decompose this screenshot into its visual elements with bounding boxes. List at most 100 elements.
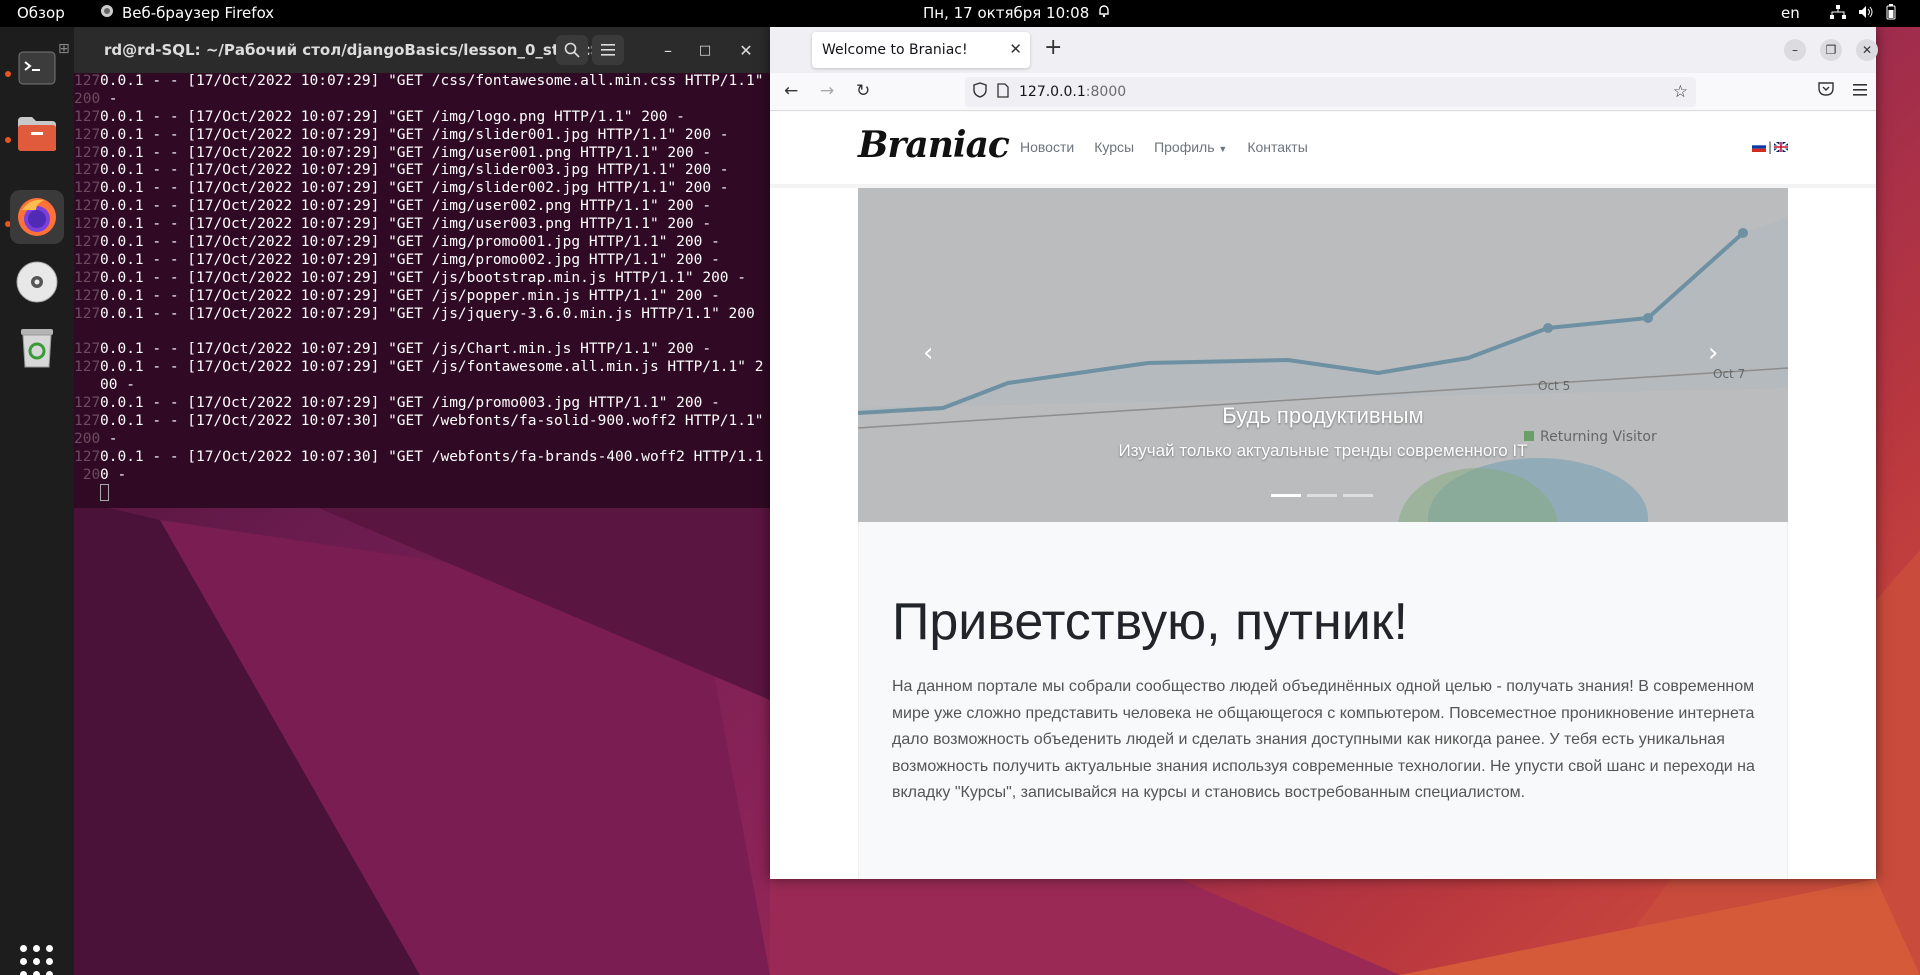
terminal-line-prefix: 127 (74, 412, 101, 429)
terminal-window[interactable]: ⊞ rd@rd-SQL: ~/Рабочий стол/djangoBasics… (58, 27, 770, 508)
terminal-icon (18, 51, 56, 85)
page-icon[interactable] (997, 82, 1009, 102)
tab-bar: Welcome to Braniac! ✕ + – ❐ ✕ (770, 27, 1878, 73)
new-tab-icon[interactable]: ⊞ (58, 41, 70, 57)
nav-link-courses[interactable]: Курсы (1094, 139, 1134, 155)
url-bar[interactable]: 127.0.0.1:8000 ☆ (965, 77, 1696, 107)
terminal-line-prefix: 127 (74, 126, 101, 143)
terminal-titlebar[interactable]: ⊞ rd@rd-SQL: ~/Рабочий стол/djangoBasics… (58, 27, 770, 73)
terminal-line-prefix: 20 (74, 466, 101, 483)
pocket-icon[interactable] (1818, 81, 1834, 101)
terminal-search-button[interactable] (556, 35, 588, 65)
hamburger-icon (601, 44, 615, 56)
shield-icon[interactable] (973, 82, 987, 102)
terminal-line: 1270.0.1 - - [17/Oct/2022 10:07:30] "GET… (74, 413, 770, 431)
dock-firefox[interactable] (10, 190, 64, 244)
jumbotron: Приветствую, путник! На данном портале м… (858, 522, 1788, 879)
dock-files[interactable] (10, 107, 64, 161)
terminal-line-text: 0 - (100, 466, 127, 483)
terminal-line-text: 0.0.1 - - [17/Oct/2022 10:07:29] "GET /i… (100, 144, 712, 161)
terminal-line-prefix: 127 (74, 269, 101, 286)
dock-trash[interactable] (10, 320, 64, 374)
firefox-window[interactable]: Welcome to Braniac! ✕ + – ❐ ✕ ← → ↻ 127.… (770, 27, 1878, 879)
flag-separator: | (1767, 140, 1772, 154)
terminal-close-button[interactable]: ✕ (730, 35, 762, 65)
terminal-line: 1270.0.1 - - [17/Oct/2022 10:07:29] "GET… (74, 180, 770, 198)
terminal-line-text: 0.0.1 - - [17/Oct/2022 10:07:29] "GET /j… (100, 305, 755, 322)
back-icon[interactable]: ← (784, 81, 798, 101)
nav-link-profile[interactable]: Профиль ▼ (1154, 139, 1227, 155)
terminal-line-text: 0.0.1 - - [17/Oct/2022 10:07:29] "GET /j… (100, 341, 712, 358)
nav-link-contacts[interactable]: Контакты (1247, 139, 1307, 155)
menu-icon[interactable] (1853, 81, 1867, 101)
system-tray[interactable] (1830, 4, 1896, 24)
terminal-line: 1270.0.1 - - [17/Oct/2022 10:07:29] "GET… (74, 234, 770, 252)
terminal-cursor (100, 484, 109, 502)
carousel[interactable]: Oct 5 Oct 7 Returning Visitor ‹ › Будь п… (858, 188, 1788, 522)
show-apps-button[interactable] (20, 945, 54, 975)
terminal-line-prefix: 127 (74, 234, 101, 251)
minimize-icon: – (664, 40, 672, 60)
terminal-line-prefix: 127 (74, 198, 101, 215)
terminal-line: 200 - (74, 431, 770, 449)
terminal-line-prefix: 127 (74, 448, 101, 465)
ff-close-button[interactable]: ✕ (1856, 39, 1878, 61)
close-icon: ✕ (1861, 43, 1873, 57)
carousel-indicator-3[interactable] (1343, 494, 1373, 497)
terminal-menu-button[interactable] (592, 35, 624, 65)
carousel-indicator-1[interactable] (1271, 494, 1301, 497)
reload-icon[interactable]: ↻ (856, 81, 870, 101)
welcome-heading: Приветствую, путник! (892, 593, 1408, 651)
clock[interactable]: Пн, 17 октября 10:08 (923, 4, 1111, 22)
carousel-indicator-2[interactable] (1307, 494, 1337, 497)
terminal-line-text: 0.0.1 - - [17/Oct/2022 10:07:29] "GET /i… (100, 180, 729, 197)
nav-link-profile-label: Профиль (1154, 139, 1215, 155)
carousel-prev-icon[interactable]: ‹ (923, 338, 933, 368)
url-port: :8000 (1085, 84, 1127, 100)
forward-icon[interactable]: → (820, 81, 834, 101)
maximize-icon: □ (698, 42, 712, 58)
tab-close-icon[interactable]: ✕ (1009, 40, 1022, 58)
app-menu[interactable]: Веб-браузер Firefox (100, 4, 274, 22)
terminal-title: rd@rd-SQL: ~/Рабочий стол/djangoBasics/l… (104, 41, 624, 59)
language-flags: | (1751, 140, 1788, 154)
tab-braniac[interactable]: Welcome to Braniac! ✕ (812, 32, 1030, 68)
terminal-line: 1270.0.1 - - [17/Oct/2022 10:07:29] "GET… (74, 127, 770, 145)
welcome-text: На данном портале мы собрали сообщество … (892, 678, 1755, 801)
terminal-line-prefix: 127 (74, 251, 101, 268)
dock-disc[interactable] (10, 255, 64, 309)
terminal-line-prefix: 127 (74, 395, 101, 412)
terminal-prompt[interactable] (74, 484, 770, 502)
dock-terminal[interactable] (10, 41, 64, 95)
terminal-output[interactable]: 1270.0.1 - - [17/Oct/2022 10:07:29] "GET… (74, 73, 770, 508)
nav-link-news[interactable]: Новости (1020, 139, 1074, 155)
terminal-line-text: 0.0.1 - - [17/Oct/2022 10:07:29] "GET /i… (100, 162, 729, 179)
carousel-next-icon[interactable]: › (1708, 338, 1718, 368)
bookmark-star-icon[interactable]: ☆ (1673, 82, 1688, 102)
terminal-line-prefix: 127 (74, 341, 101, 358)
terminal-line: 1270.0.1 - - [17/Oct/2022 10:07:29] "GET… (74, 145, 770, 163)
terminal-line-text: 0.0.1 - - [17/Oct/2022 10:07:29] "GET /i… (100, 216, 712, 233)
page-content[interactable]: Braniac Новости Курсы Профиль ▼ Контакты… (770, 112, 1876, 879)
terminal-line: 1270.0.1 - - [17/Oct/2022 10:07:29] "GET… (74, 252, 770, 270)
terminal-line: 1270.0.1 - - [17/Oct/2022 10:07:29] "GET… (74, 109, 770, 127)
caret-down-icon: ▼ (1218, 144, 1228, 154)
new-tab-button[interactable]: + (1044, 35, 1062, 60)
site-logo[interactable]: Braniac (858, 124, 1010, 166)
disc-icon (16, 261, 58, 303)
terminal-line-prefix: 127 (74, 144, 101, 161)
terminal-line-text: 00 - (100, 377, 135, 394)
en-flag-icon[interactable] (1774, 142, 1788, 152)
activities-button[interactable]: Обзор (17, 4, 65, 22)
terminal-minimize-button[interactable]: – (652, 35, 684, 65)
ru-flag-icon[interactable] (1751, 142, 1766, 152)
carousel-slide-image: Oct 5 Oct 7 Returning Visitor (858, 188, 1788, 522)
keyboard-language[interactable]: en (1781, 4, 1800, 22)
terminal-maximize-button[interactable]: □ (689, 35, 721, 65)
ff-maximize-button[interactable]: ❐ (1820, 39, 1842, 61)
terminal-line-text: 0.0.1 - - [17/Oct/2022 10:07:29] "GET /c… (100, 73, 764, 89)
tab-title: Welcome to Braniac! (822, 42, 968, 58)
terminal-line: 1270.0.1 - - [17/Oct/2022 10:07:29] "GET… (74, 216, 770, 234)
ff-minimize-button[interactable]: – (1784, 39, 1806, 61)
terminal-line: 1270.0.1 - - [17/Oct/2022 10:07:29] "GET… (74, 395, 770, 413)
